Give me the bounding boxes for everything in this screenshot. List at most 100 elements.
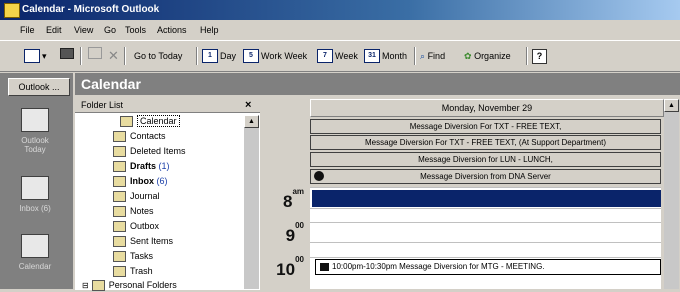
folder-item-tasks[interactable]: Tasks [113, 250, 153, 263]
month-view-button[interactable]: 31 Month [364, 47, 407, 65]
folder-label: Trash [130, 266, 153, 276]
all-day-event-label: Message Diversion from DNA Server [420, 172, 551, 181]
folder-list-header: Folder List × [75, 98, 260, 112]
work-week-label: Work Week [261, 51, 308, 61]
go-to-today-button[interactable]: Go to Today [134, 47, 182, 65]
outbox-folder-icon [113, 221, 126, 233]
menu-go[interactable]: Go [104, 25, 116, 35]
outlook-today-icon [21, 108, 49, 132]
organize-icon: ✿ [464, 51, 472, 61]
delete-button[interactable]: ✕ [108, 47, 119, 65]
folder-item-sent-items[interactable]: Sent Items [113, 235, 173, 248]
all-day-event[interactable]: Message Diversion For TXT - FREE TEXT, [310, 119, 661, 134]
shortcut-label: Outlook Today [21, 136, 49, 154]
reminder-clock-icon [314, 171, 324, 181]
printer-icon [60, 48, 74, 59]
folder-count: (1) [158, 161, 170, 171]
day-view-scrollbar[interactable]: ▲ [664, 99, 679, 289]
help-button[interactable]: ? [532, 47, 547, 65]
folder-banner: Calendar [75, 73, 680, 95]
inbox-icon [21, 176, 49, 200]
outlook-shortcuts-header[interactable]: Outlook ... [8, 78, 70, 96]
menu-actions[interactable]: Actions [157, 25, 187, 35]
menu-file[interactable]: File [20, 25, 35, 35]
hour-label-9: 900 [285, 221, 304, 245]
appointment[interactable]: 10:00pm-10:30pm Message Diversion for MT… [315, 259, 661, 275]
folder-item-personal-folders[interactable]: ⊟ Personal Folders [82, 279, 177, 292]
week-view-label: Week [335, 51, 358, 61]
folder-item-deleted-items[interactable]: Deleted Items [113, 145, 186, 158]
folder-item-calendar[interactable]: Calendar [120, 115, 180, 128]
week-view-icon: 7 [317, 48, 333, 63]
calendar-folder-icon [120, 116, 133, 128]
close-icon[interactable]: × [245, 98, 251, 112]
all-day-event[interactable]: Message Diversion for LUN - LUNCH, [310, 152, 661, 167]
calendar-icon [21, 234, 49, 258]
tasks-folder-icon [113, 251, 126, 263]
find-button[interactable]: ⌕ Find [420, 47, 445, 65]
move-button[interactable] [88, 47, 102, 65]
menu-help[interactable]: Help [200, 25, 219, 35]
month-view-label: Month [382, 51, 408, 61]
organize-label: Organize [474, 51, 511, 61]
folder-label: Drafts [130, 161, 157, 171]
scroll-up-icon[interactable]: ▲ [244, 115, 259, 128]
folder-label: Inbox [130, 176, 154, 186]
deleted-items-icon [113, 146, 126, 158]
folder-label: Outbox [130, 221, 160, 231]
shortcut-label: Inbox (6) [19, 204, 51, 213]
folder-item-inbox[interactable]: Inbox (6) [113, 175, 168, 188]
menu-bar: File Edit View Go Tools Actions Help [0, 20, 680, 41]
appointment-text: 10:00pm-10:30pm Message Diversion for MT… [332, 262, 545, 271]
folder-item-drafts[interactable]: Drafts (1) [113, 160, 170, 173]
shortcut-outlook-today[interactable]: Outlook Today [10, 108, 60, 154]
folder-list-scrollbar[interactable]: ▲ [243, 115, 259, 289]
folder-label: Contacts [130, 131, 166, 141]
day-view-icon: 1 [202, 48, 218, 63]
hour-label-8: 8am [282, 187, 304, 211]
folder-item-trash[interactable]: Trash [113, 265, 153, 278]
all-day-event[interactable]: Message Diversion from DNA Server [310, 169, 661, 184]
hour-label-10: 1000 [276, 255, 304, 279]
month-view-icon: 31 [364, 48, 380, 63]
folder-label: Sent Items [130, 236, 174, 246]
week-view-button[interactable]: 7 Week [317, 47, 358, 65]
move-folder-icon [88, 47, 102, 59]
all-day-event[interactable]: Message Diversion For TXT - FREE TEXT, (… [310, 135, 661, 150]
menu-view[interactable]: View [74, 25, 93, 35]
folder-item-contacts[interactable]: Contacts [113, 130, 166, 143]
folder-label: Notes [130, 206, 154, 216]
new-item-button[interactable]: ▾ [24, 47, 47, 65]
day-view-label: Day [220, 51, 237, 61]
folder-list-title: Folder List [81, 100, 124, 110]
folder-item-notes[interactable]: Notes [113, 205, 154, 218]
recurrence-icon [320, 262, 329, 271]
shortcut-calendar[interactable]: Calendar [10, 234, 60, 271]
folder-item-outbox[interactable]: Outbox [113, 220, 159, 233]
notes-folder-icon [113, 206, 126, 218]
office-assistant-icon: ? [532, 49, 547, 64]
new-calendar-icon [24, 48, 40, 63]
delete-x-icon: ✕ [108, 48, 119, 63]
work-week-icon: 5 [243, 48, 259, 63]
standard-toolbar: ▾ ✕ Go to Today 1 Day 5 Work Week 7 Week 31… [0, 40, 680, 72]
window-title: Calendar - Microsoft Outlook [22, 4, 160, 15]
scroll-up-icon[interactable]: ▲ [664, 99, 679, 112]
menu-tools[interactable]: Tools [125, 25, 146, 35]
folder-label: Calendar [137, 115, 180, 127]
day-header: Monday, November 29 [310, 99, 664, 117]
work-week-button[interactable]: 5 Work Week [243, 47, 307, 65]
selected-time-slot[interactable] [312, 190, 661, 207]
shortcut-inbox[interactable]: Inbox (6) [10, 176, 60, 213]
folder-list [75, 112, 260, 290]
trash-folder-icon [113, 266, 126, 278]
day-view-button[interactable]: 1 Day [202, 47, 236, 65]
personal-folders-icon [91, 280, 105, 292]
menu-edit[interactable]: Edit [46, 25, 62, 35]
shortcut-label: Calendar [18, 262, 52, 271]
print-button[interactable] [60, 47, 74, 65]
folder-label: Journal [130, 191, 160, 201]
folder-item-journal[interactable]: Journal [113, 190, 160, 203]
inbox-folder-icon [113, 176, 126, 188]
organize-button[interactable]: ✿ Organize [464, 47, 511, 65]
